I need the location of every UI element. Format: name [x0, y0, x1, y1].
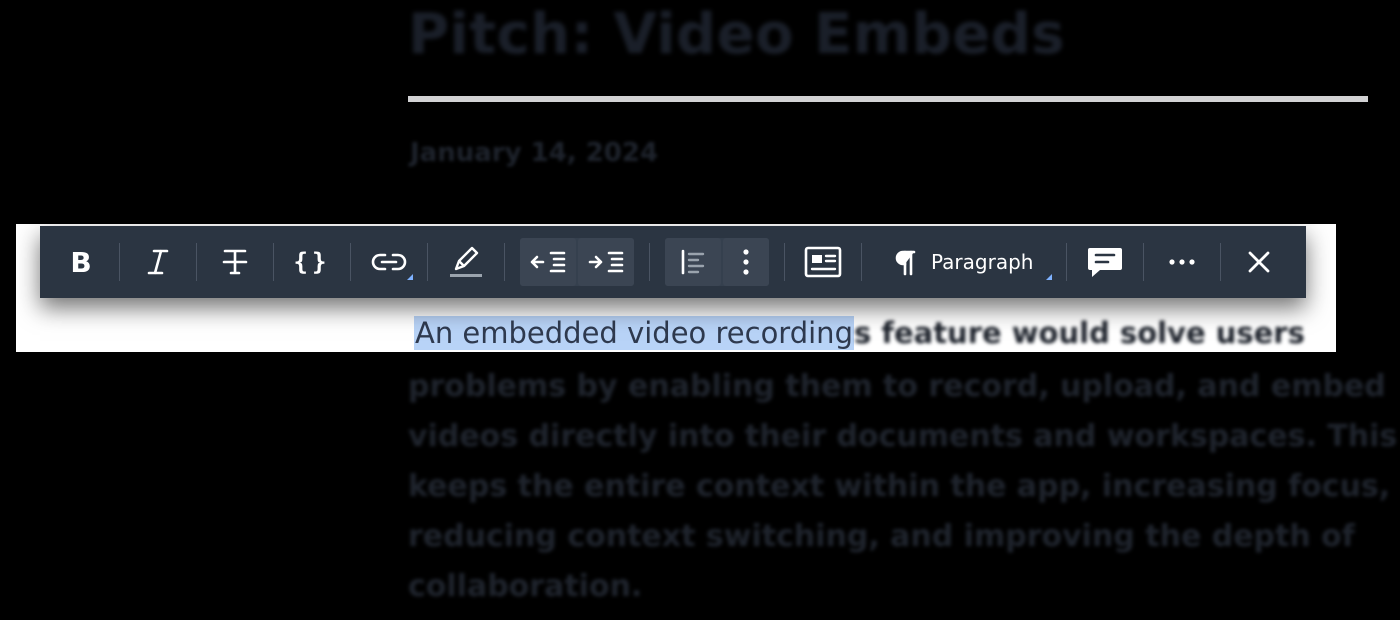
italic-icon [145, 248, 171, 276]
comment-icon [1086, 245, 1124, 279]
paragraph-line[interactable]: reducing context switching, and improvin… [408, 512, 1355, 562]
code-braces-icon: {} [293, 248, 331, 276]
highlight-button[interactable] [437, 238, 495, 286]
embed-button[interactable] [794, 238, 852, 286]
document-title: Pitch: Video Embeds [408, 2, 1066, 67]
toolbar-divider [784, 243, 785, 281]
dropdown-caret [407, 274, 413, 280]
toolbar-divider [504, 243, 505, 281]
toolbar-edge [40, 258, 44, 264]
paragraph-line[interactable]: collaboration. [408, 562, 1308, 612]
kebab-vertical-icon [742, 248, 750, 276]
paragraph-line[interactable]: videos directly into their documents and… [408, 412, 1397, 462]
align-group [665, 238, 769, 286]
indent-group [520, 238, 634, 286]
ellipsis-icon [1169, 259, 1196, 265]
paragraph-body: problems by enabling them to record, upl… [408, 362, 1397, 612]
toolbar-divider [649, 243, 650, 281]
indent-button[interactable] [578, 238, 634, 286]
text-selection[interactable]: An embedded video recording [414, 316, 854, 350]
paragraph-line[interactable]: problems by enabling them to record, upl… [408, 362, 1386, 412]
outdent-icon [529, 249, 567, 275]
highlighter-icon [448, 245, 484, 279]
code-button[interactable]: {} [283, 238, 341, 286]
title-divider [408, 96, 1368, 102]
toolbar-divider [861, 243, 862, 281]
strikethrough-button[interactable] [206, 238, 264, 286]
comment-button[interactable] [1076, 238, 1134, 286]
indent-icon [587, 249, 625, 275]
bold-icon: B [70, 245, 92, 279]
link-icon [371, 251, 407, 273]
link-button[interactable] [360, 238, 418, 286]
italic-button[interactable] [129, 238, 187, 286]
align-button[interactable] [665, 238, 721, 286]
toolbar-divider [196, 243, 197, 281]
toolbar-divider [1143, 243, 1145, 281]
toolbar-divider [427, 243, 428, 281]
bold-button[interactable]: B [52, 238, 110, 286]
paragraph-first-line[interactable]: An embedded video recordings feature wou… [414, 308, 1305, 358]
toolbar-divider [350, 243, 351, 281]
strikethrough-icon [221, 247, 249, 277]
dropdown-caret [1046, 274, 1053, 280]
editor-page: Pitch: Video Embeds January 14, 2024 An … [0, 0, 1400, 620]
paragraph-style-label: Paragraph [931, 250, 1034, 274]
close-toolbar-button[interactable] [1230, 238, 1288, 286]
outdent-button[interactable] [520, 238, 576, 286]
more-vertical-button[interactable] [723, 238, 769, 286]
pilcrow-icon [893, 248, 917, 276]
more-options-button[interactable] [1153, 238, 1211, 286]
embed-card-icon [804, 246, 842, 278]
close-icon [1247, 250, 1271, 274]
align-left-icon [679, 248, 707, 276]
paragraph-line[interactable]: keeps the entire context within the app,… [408, 462, 1390, 512]
paragraph-style-dropdown[interactable]: Paragraph [871, 238, 1057, 286]
document-date: January 14, 2024 [410, 138, 659, 168]
toolbar-divider [119, 243, 120, 281]
toolbar-divider [273, 243, 274, 281]
formatting-toolbar: B {} Paragraph [40, 226, 1306, 298]
toolbar-divider [1220, 243, 1222, 281]
paragraph-first-line-rest[interactable]: s feature would solve users [854, 308, 1305, 358]
toolbar-divider [1066, 243, 1068, 281]
